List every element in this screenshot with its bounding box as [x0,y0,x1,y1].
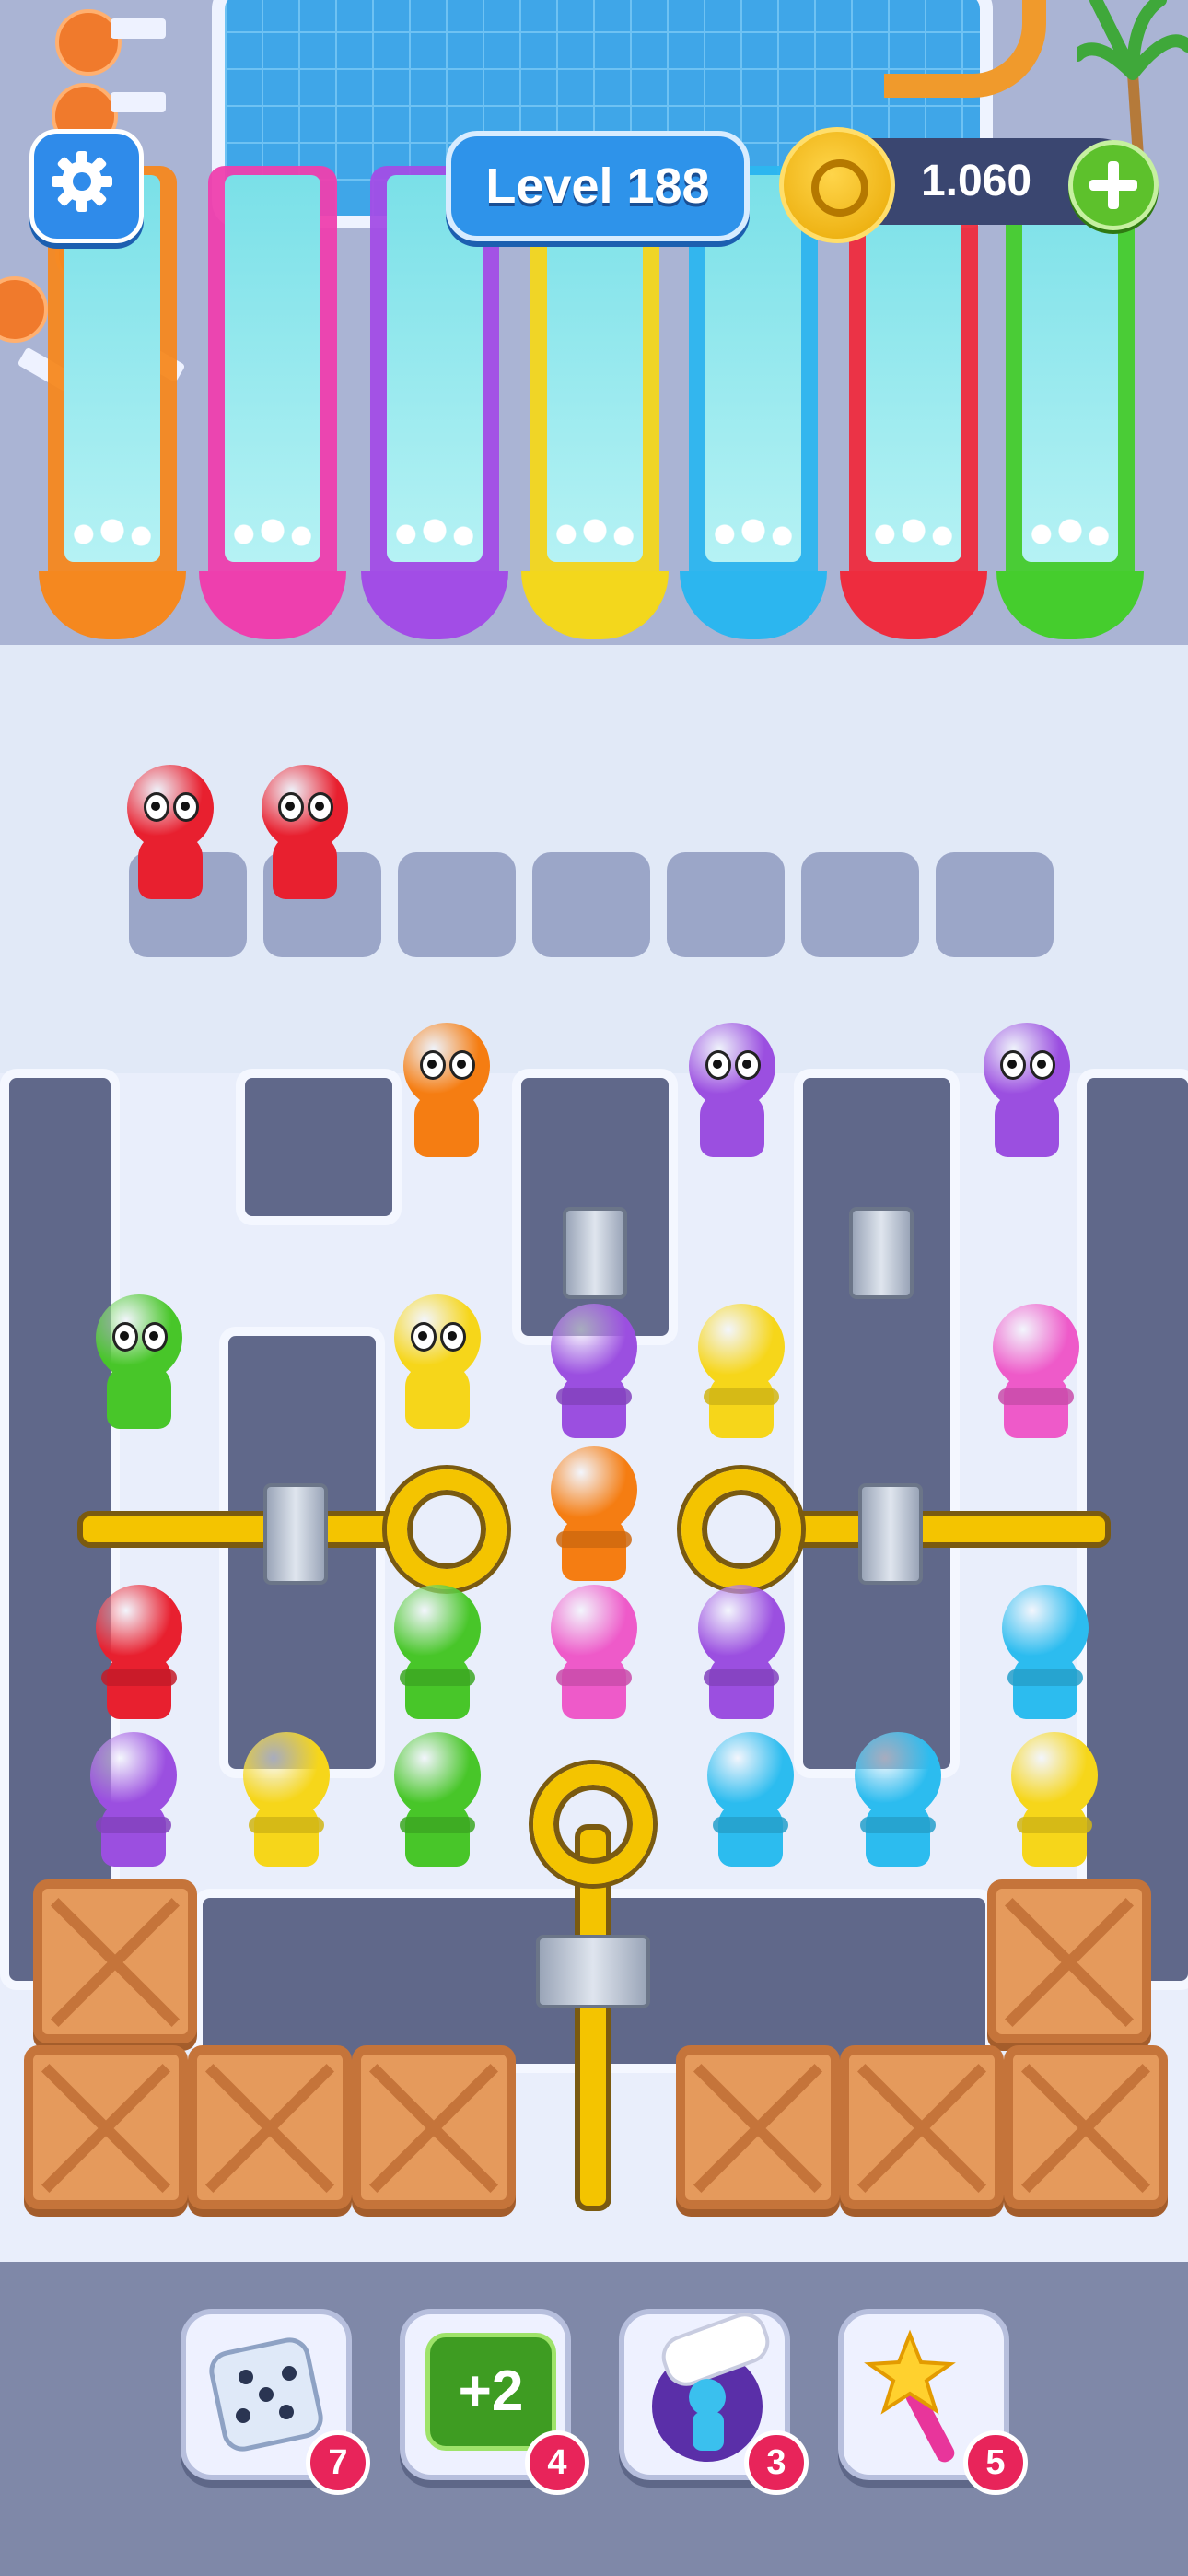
metal-bracket [563,1207,627,1299]
board-person[interactable] [681,1023,783,1170]
powerup-count: 5 [963,2430,1028,2495]
queue-slot [532,852,650,957]
pin-left[interactable] [77,1511,400,1548]
level-label: Level 188 [446,131,750,241]
board-person[interactable] [1004,1732,1105,1879]
board-person[interactable] [236,1732,337,1879]
board-person[interactable] [985,1304,1087,1451]
pin-bottom-handle[interactable] [533,1764,653,1884]
queue-slot [801,852,919,957]
crate [352,2045,516,2209]
add-coins-button[interactable] [1068,140,1159,230]
powerup-count: 4 [525,2430,589,2495]
pin-right-handle[interactable] [681,1469,801,1589]
wall [794,1069,960,1778]
dice-icon [209,2337,323,2452]
powerup-plus-two[interactable]: +2 4 [400,2309,589,2495]
powerup-grab-hand[interactable]: 3 [619,2306,809,2495]
settings-button[interactable] [29,129,144,243]
crate [987,1879,1151,2043]
crate [188,2045,352,2209]
board-person[interactable] [387,1294,488,1442]
board-person[interactable] [691,1585,792,1732]
lounge-chair [111,92,166,112]
crate [24,2045,188,2209]
crate [840,2045,1004,2209]
water-slide [199,166,346,645]
board-person[interactable] [976,1023,1077,1170]
queue-slot [936,852,1054,957]
board-person[interactable] [387,1732,488,1879]
crate [1004,2045,1168,2209]
board-person[interactable] [387,1585,488,1732]
board-person[interactable] [396,1023,497,1170]
queue-person[interactable] [120,765,221,912]
person-icon [689,2379,726,2416]
person-body-icon [693,2412,724,2451]
waterpark-scene [0,0,1188,645]
queue-person[interactable] [254,765,355,912]
tube-slide [884,0,1046,98]
gear-icon [52,151,112,212]
water-slide [996,166,1144,645]
metal-bracket [263,1483,328,1585]
board-person[interactable] [543,1585,645,1732]
metal-bracket [536,1935,650,2008]
metal-bracket [849,1207,914,1299]
wall [236,1069,402,1225]
powerup-count: 7 [306,2430,370,2495]
board-person[interactable] [88,1294,190,1442]
board-person[interactable] [700,1732,801,1879]
queue-slot [667,852,785,957]
board-person[interactable] [995,1585,1096,1732]
powerup-shuffle[interactable]: 7 [181,2309,370,2495]
pin-left-handle[interactable] [387,1469,507,1589]
board-person[interactable] [691,1304,792,1451]
crate [676,2045,840,2209]
coin-value: 1.060 [920,157,1032,205]
coin-icon [779,127,895,243]
board-person[interactable] [83,1732,184,1879]
board-person[interactable] [88,1585,190,1732]
metal-bracket [858,1483,923,1585]
board-person[interactable] [543,1304,645,1451]
board-person[interactable] [847,1732,949,1879]
queue-slot [398,852,516,957]
crate [33,1879,197,2043]
plus-two-label: +2 [458,2359,524,2423]
powerup-count: 3 [744,2430,809,2495]
water-slide [840,166,987,645]
board-person[interactable] [543,1446,645,1594]
lounge-chair [111,18,166,39]
pin-right[interactable] [783,1511,1111,1548]
powerup-magic-wand[interactable]: 5 [838,2309,1028,2495]
